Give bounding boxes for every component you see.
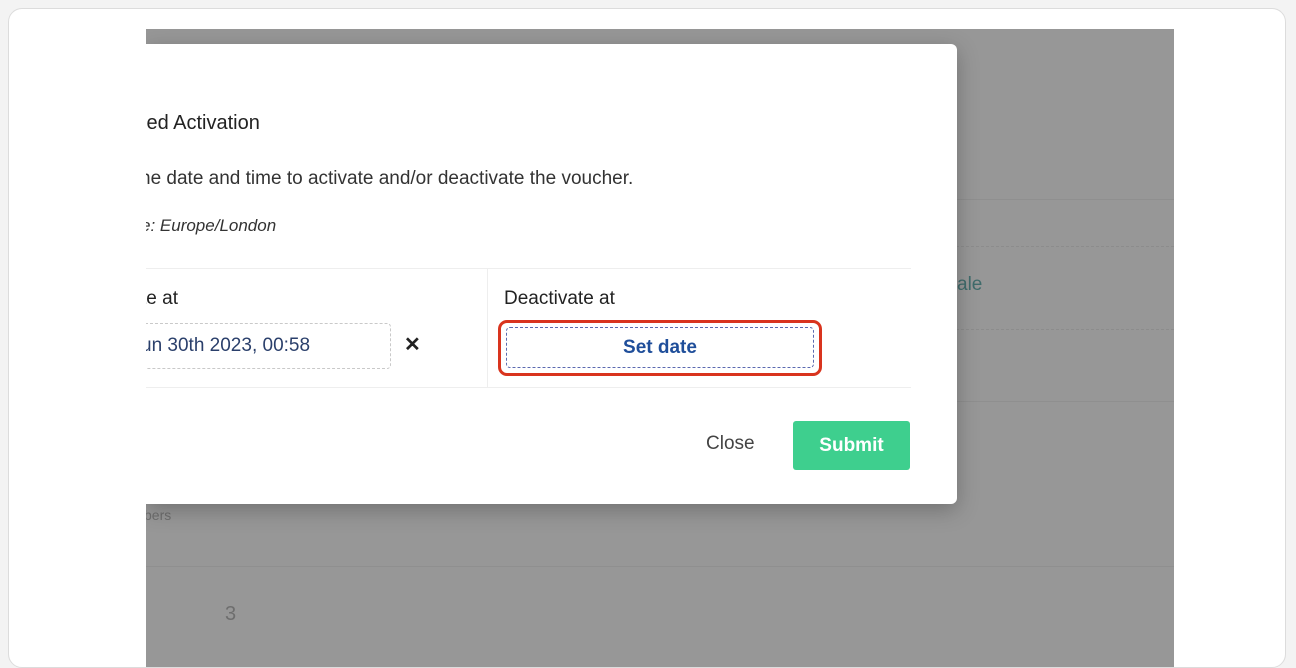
bg-divider [146, 566, 1174, 567]
column-divider [487, 268, 488, 388]
highlight-outline: Set date [498, 320, 822, 376]
table-bottom-border [146, 387, 911, 388]
bg-members-label: bers [146, 507, 172, 523]
dimmed-page-backdrop: ale bers 3 led Activation ne date and ti… [146, 29, 1174, 667]
screenshot-frame: ale bers 3 led Activation ne date and ti… [8, 8, 1286, 668]
modal-description: ne date and time to activate and/or deac… [146, 168, 634, 189]
bg-dashed-divider [946, 246, 1174, 247]
table-top-border [146, 268, 911, 269]
bg-schedule-link: ale [957, 274, 983, 295]
timezone-label: e: Europe/London [146, 216, 277, 235]
schedule-table: te at un 30th 2023, 00:58 ✕ Deactivate a… [146, 268, 911, 388]
set-date-button[interactable]: Set date [506, 327, 814, 368]
submit-button[interactable]: Submit [793, 421, 910, 470]
scheduled-activation-modal: led Activation ne date and time to activ… [146, 44, 957, 504]
bg-dashed-divider [946, 329, 1174, 330]
clear-date-icon[interactable]: ✕ [404, 332, 421, 357]
activate-at-header: te at [146, 288, 178, 309]
bg-count-value: 3 [225, 603, 237, 625]
deactivate-at-header: Deactivate at [504, 288, 615, 309]
modal-title: led Activation [146, 112, 260, 134]
activate-date-input[interactable]: un 30th 2023, 00:58 [146, 323, 391, 369]
close-button[interactable]: Close [706, 433, 755, 455]
